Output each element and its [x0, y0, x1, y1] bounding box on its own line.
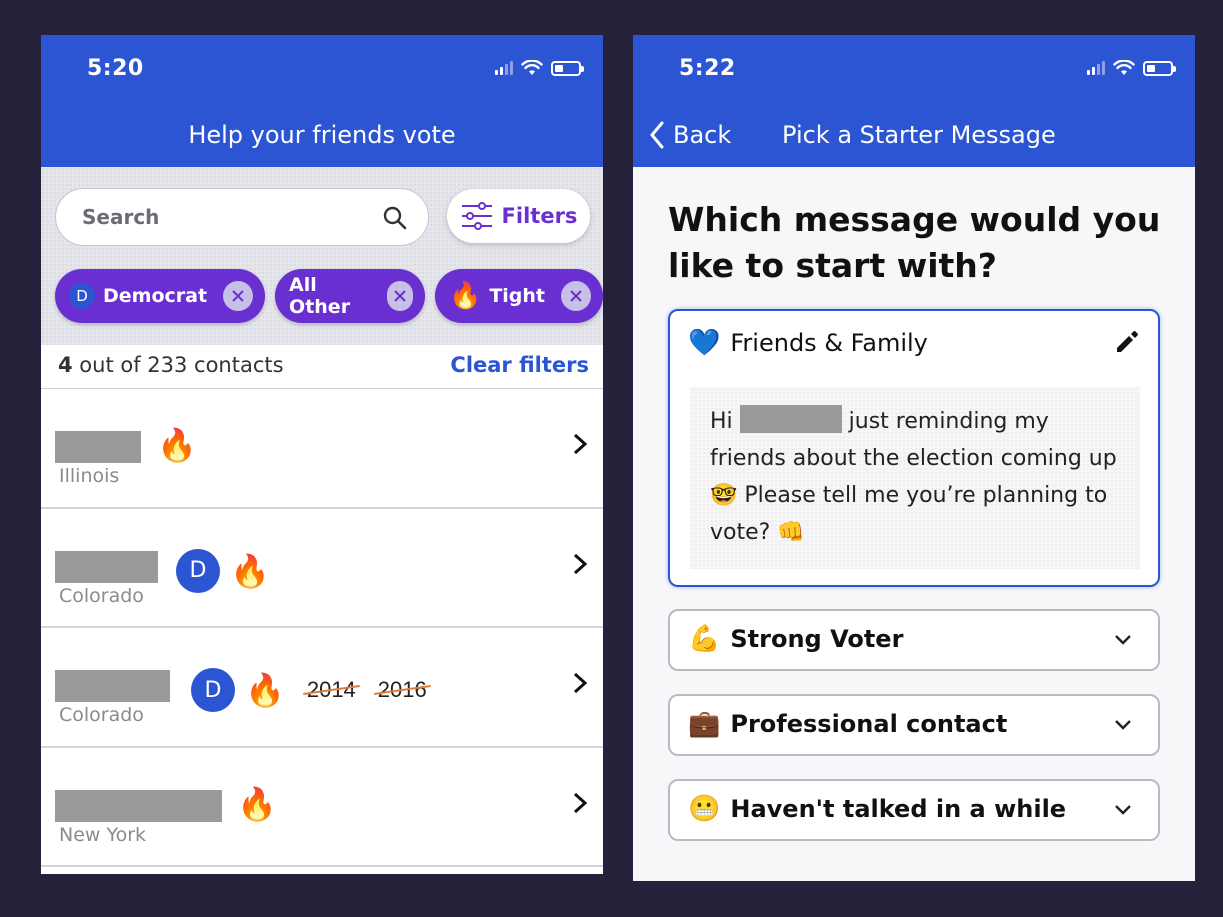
redacted-name [55, 550, 158, 583]
democrat-badge: D [191, 668, 235, 712]
status-icons [495, 60, 584, 76]
remove-chip-icon[interactable] [223, 281, 254, 311]
nerd-face-icon: 🤓 [710, 483, 738, 508]
contact-row[interactable]: Colorado D 🔥 [41, 508, 603, 628]
fire-icon: 🔥 [448, 281, 482, 311]
grimacing-face-icon: 😬 [688, 794, 721, 824]
contact-state: New York [59, 823, 147, 846]
card-title: Professional contact [730, 710, 1008, 738]
wifi-icon [1113, 60, 1135, 75]
page-title: Pick a Starter Message [782, 121, 1056, 149]
missed-vote-year: 2014 [306, 677, 356, 702]
filters-label: Filters [501, 204, 578, 228]
chevron-right-icon [573, 792, 588, 813]
card-label: 💼 Professional contact [688, 710, 1007, 738]
briefcase-icon: 💼 [688, 709, 721, 739]
blue-heart-icon: 💙 [688, 328, 721, 358]
contact-badges: 🔥 [157, 429, 197, 461]
chip-label: Tight [489, 285, 545, 307]
fist-bump-icon: 👊 [777, 520, 805, 545]
chevron-down-icon [1115, 805, 1131, 815]
democrat-badge: D [176, 548, 220, 593]
missed-vote-year: 2016 [377, 677, 427, 702]
card-label: 😬 Haven't talked in a while [688, 795, 1066, 823]
message-card-strong-voter[interactable]: 💪 Strong Voter [668, 609, 1160, 671]
contact-state: Colorado [59, 584, 144, 607]
battery-icon [1143, 60, 1176, 76]
message-card-professional[interactable]: 💼 Professional contact [668, 694, 1160, 756]
active-filter-chips: D Democrat All Other 🔥 Tight [55, 269, 603, 323]
status-bar: 5:22 [633, 35, 1195, 107]
page-title: Help your friends vote [188, 121, 456, 149]
back-button[interactable]: Back [649, 121, 731, 149]
status-time: 5:20 [87, 56, 144, 81]
message-card-havent-talked[interactable]: 😬 Haven't talked in a while [668, 779, 1160, 841]
democrat-badge: D [69, 283, 95, 309]
search-field[interactable] [55, 188, 429, 246]
contact-badges: 🔥 [237, 788, 277, 820]
filters-button[interactable]: Filters [447, 189, 590, 243]
fire-icon: 🔥 [157, 426, 197, 464]
fire-icon: 🔥 [230, 551, 270, 590]
status-bar: 5:20 [41, 35, 603, 107]
card-header: 💙 Friends & Family [688, 329, 928, 357]
chevron-down-icon [1115, 635, 1131, 645]
contact-state: Illinois [59, 465, 120, 487]
fire-icon: 🔥 [245, 671, 285, 709]
battery-icon [551, 60, 584, 76]
redacted-name [739, 405, 842, 433]
contact-row[interactable]: New York 🔥 [41, 747, 603, 867]
chevron-right-icon [573, 553, 588, 574]
clear-filters-link[interactable]: Clear filters [450, 353, 589, 377]
cellular-signal-icon [495, 61, 513, 75]
contact-badges: D 🔥 2014 2016 [191, 668, 427, 712]
contact-badges: D 🔥 [176, 548, 270, 593]
card-title: Strong Voter [730, 625, 904, 653]
chip-democrat[interactable]: D Democrat [55, 269, 266, 323]
card-title: Friends & Family [730, 329, 928, 357]
contacts-screen: 5:20 Help your friends vote Filters [41, 35, 603, 874]
contact-row[interactable]: Illinois 🔥 [41, 389, 603, 509]
chip-label: Democrat [103, 285, 208, 307]
contact-row[interactable]: Colorado D 🔥 2014 2016 [41, 628, 603, 748]
redacted-name [55, 670, 170, 702]
message-card-friends-family[interactable]: 💙 Friends & Family Hi just reminding my … [668, 309, 1160, 587]
status-time: 5:22 [679, 56, 736, 81]
chevron-left-icon [650, 121, 664, 149]
results-count: 4 out of 233 contacts [58, 353, 284, 377]
message-preview[interactable]: Hi just reminding my friends about the e… [690, 387, 1140, 569]
chip-label: All Other [289, 274, 351, 318]
redacted-name [55, 431, 141, 463]
cellular-signal-icon [1087, 61, 1105, 75]
search-input[interactable] [82, 205, 362, 229]
nav-bar: Help your friends vote [41, 107, 603, 167]
chip-all-other[interactable]: All Other [275, 269, 425, 323]
redacted-name [55, 789, 222, 822]
starter-message-screen: 5:22 Back Pick a Starter Message Which m… [633, 35, 1195, 881]
status-icons [1087, 60, 1176, 76]
contact-list: Illinois 🔥 Colorado D 🔥 Colorado D 🔥 201… [41, 389, 603, 867]
wifi-icon [521, 60, 543, 75]
search-icon[interactable] [382, 205, 408, 231]
card-title: Haven't talked in a while [730, 795, 1067, 823]
chip-tight[interactable]: 🔥 Tight [434, 269, 603, 323]
nav-bar: Back Pick a Starter Message [633, 107, 1195, 167]
contact-state: Colorado [59, 704, 144, 726]
filter-panel: Filters D Democrat All Other 🔥 Tight [41, 167, 603, 345]
question-heading: Which message would you like to start wi… [668, 200, 1161, 285]
remove-chip-icon[interactable] [387, 281, 413, 311]
chevron-right-icon [573, 672, 588, 694]
card-label: 💪 Strong Voter [688, 625, 903, 653]
results-bar: 4 out of 233 contacts Clear filters [41, 345, 603, 389]
chevron-down-icon [1115, 720, 1131, 730]
remove-chip-icon[interactable] [561, 281, 591, 311]
fire-icon: 🔥 [237, 784, 277, 823]
chevron-right-icon [573, 433, 588, 455]
edit-pencil-icon[interactable] [1114, 329, 1140, 355]
flexed-biceps-icon: 💪 [688, 624, 721, 654]
back-label: Back [673, 121, 732, 149]
sliders-icon [461, 202, 492, 230]
